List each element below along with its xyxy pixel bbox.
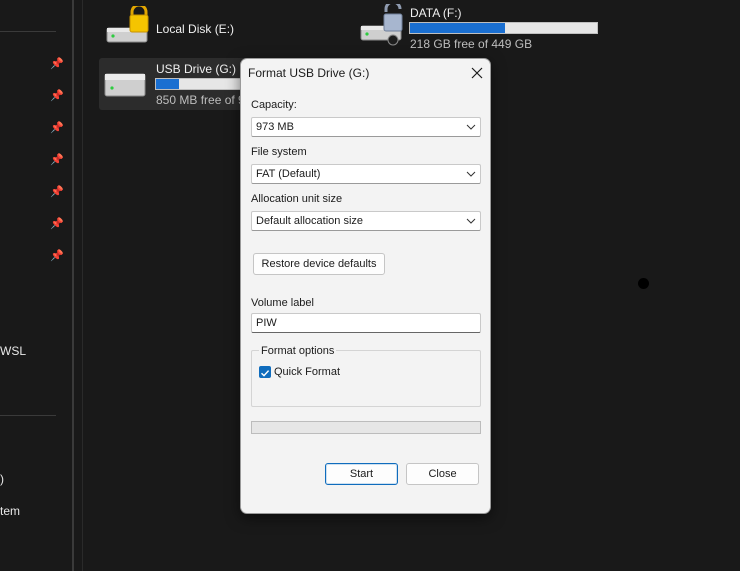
drive-g-content: USB Drive (G:) 850 MB free of 9 bbox=[104, 60, 254, 108]
filesystem-value: FAT (Default) bbox=[256, 168, 321, 180]
volume-label-label: Volume label bbox=[251, 297, 314, 309]
allocation-value: Default allocation size bbox=[256, 215, 364, 227]
dialog-title: Format USB Drive (G:) bbox=[248, 66, 370, 80]
pin-icon[interactable]: 📌 bbox=[50, 186, 64, 198]
filesystem-select[interactable]: FAT (Default) bbox=[251, 164, 481, 184]
locked-drive-icon bbox=[106, 6, 149, 43]
quick-format-checkbox[interactable] bbox=[259, 366, 271, 378]
chevron-down-icon bbox=[466, 171, 476, 177]
nav-item-wsl[interactable]: WSL bbox=[0, 344, 26, 358]
pin-icon[interactable]: 📌 bbox=[50, 90, 64, 102]
mouse-cursor bbox=[638, 278, 649, 289]
close-icon bbox=[471, 67, 483, 79]
nav-item[interactable]: ) bbox=[0, 472, 4, 486]
drive-tile-f[interactable]: DATA (F:) 218 GB free of 449 GB bbox=[360, 4, 600, 52]
capacity-label: Capacity: bbox=[251, 99, 297, 111]
drive-usage-bar-f bbox=[409, 22, 598, 34]
drive-name-g: USB Drive (G:) bbox=[156, 62, 237, 76]
format-options-group bbox=[251, 350, 481, 407]
pane-border bbox=[82, 0, 83, 571]
volume-label-input[interactable]: PIW bbox=[251, 313, 481, 333]
drive-tile-e[interactable]: Local Disk (E:) bbox=[106, 6, 256, 46]
close-dialog-button[interactable]: Close bbox=[406, 463, 479, 485]
drive-usage-fill-g bbox=[156, 79, 180, 89]
quick-format-label[interactable]: Quick Format bbox=[274, 366, 340, 378]
pin-icon[interactable]: 📌 bbox=[50, 250, 64, 262]
filesystem-label: File system bbox=[251, 146, 307, 158]
nav-item[interactable]: tem bbox=[0, 504, 20, 518]
capacity-value: 973 MB bbox=[256, 121, 294, 133]
drive-name-f: DATA (F:) bbox=[410, 6, 462, 20]
navigation-pane: 📌 📌 📌 📌 📌 📌 📌 WSL ) tem bbox=[0, 0, 72, 571]
restore-defaults-button[interactable]: Restore device defaults bbox=[253, 253, 385, 275]
chevron-down-icon bbox=[466, 124, 476, 130]
drive-free-space-g: 850 MB free of 9 bbox=[156, 93, 245, 107]
close-button[interactable] bbox=[467, 63, 487, 83]
format-dialog: Format USB Drive (G:) Capacity: 973 MB F… bbox=[240, 58, 491, 514]
nav-divider bbox=[0, 415, 56, 416]
nav-divider bbox=[0, 31, 56, 32]
start-button[interactable]: Start bbox=[325, 463, 398, 485]
allocation-select[interactable]: Default allocation size bbox=[251, 211, 481, 231]
pin-icon[interactable]: 📌 bbox=[50, 218, 64, 230]
pane-splitter[interactable] bbox=[72, 0, 74, 571]
format-progress-bar bbox=[251, 421, 481, 434]
format-options-label: Format options bbox=[259, 345, 337, 357]
drive-usage-fill-f bbox=[410, 23, 506, 33]
drive-usage-bar-g bbox=[155, 78, 250, 90]
pin-icon[interactable]: 📌 bbox=[50, 58, 64, 70]
drive-icon bbox=[104, 73, 146, 97]
check-icon bbox=[261, 370, 270, 377]
allocation-label: Allocation unit size bbox=[251, 193, 343, 205]
drive-name-e: Local Disk (E:) bbox=[156, 22, 235, 36]
pin-icon[interactable]: 📌 bbox=[50, 122, 64, 134]
capacity-select[interactable]: 973 MB bbox=[251, 117, 481, 137]
drive-free-space-f: 218 GB free of 449 GB bbox=[410, 37, 533, 51]
pin-icon[interactable]: 📌 bbox=[50, 154, 64, 166]
volume-label-value: PIW bbox=[256, 317, 277, 329]
unlocked-drive-icon bbox=[360, 4, 403, 46]
chevron-down-icon bbox=[466, 218, 476, 224]
